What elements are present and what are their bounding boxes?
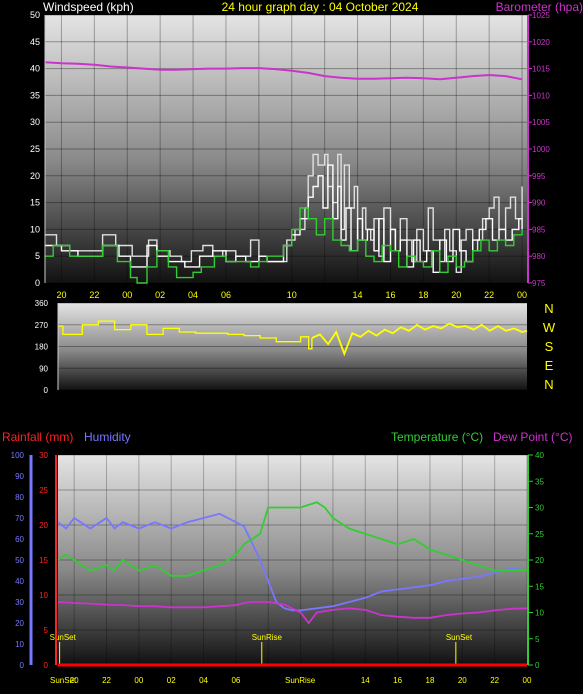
th-x-tick-label: 04 [199,676,208,685]
compass-label: N [544,377,553,392]
sun-event-label: SunRise [252,633,283,642]
wind-x-tick-label: 20 [451,290,461,300]
compass-label: W [543,320,556,335]
th-x-tick-label: 18 [426,676,435,685]
wind-x-tick-label: 00 [517,290,527,300]
wind-y-tick-label: 5 [35,251,40,261]
wind-x-tick-label: 22 [89,290,99,300]
rainfall-axis-label: Rainfall (mm) [2,430,73,444]
barometer-tick-label: 1005 [532,118,550,127]
rainfall-tick-label: 5 [44,626,49,635]
humidity-tick-label: 50 [15,556,24,565]
temperature-tick-label: 15 [535,582,544,591]
compass-label: S [545,339,554,354]
rainfall-tick-label: 30 [39,451,48,460]
temperature-tick-label: 0 [535,661,540,670]
windspeed-axis-label: Windspeed (kph) [43,0,134,14]
wind-y-tick-label: 40 [30,64,40,74]
temperature-tick-label: 40 [535,451,544,460]
th-x-tick-label: 20 [458,676,467,685]
humidity-axis-label: Humidity [84,430,131,444]
wind-x-tick-label: 04 [188,290,198,300]
barometer-tick-label: 990 [532,199,546,208]
humidity-tick-label: 10 [15,640,24,649]
temp-humidity-chart-panel: SunSet SunRise SunSet 01020304050607080901… [11,451,545,685]
rainfall-tick-label: 25 [39,486,48,495]
wind-x-tick-label: 22 [484,290,494,300]
humidity-tick-label: 100 [11,451,25,460]
compass-label: E [545,358,554,373]
th-x-tick-label: 16 [393,676,402,685]
humidity-tick-label: 30 [15,598,24,607]
wind-y-tick-label: 20 [30,171,40,181]
rainfall-tick-label: 15 [39,556,48,565]
rainfall-tick-label: 0 [44,661,49,670]
wind-x-tick-label: 10 [287,290,297,300]
th-x-tick-label: 22 [490,676,499,685]
temperature-tick-label: 35 [535,477,544,486]
rainfall-tick-label: 10 [39,591,48,600]
humidity-tick-label: 70 [15,514,24,523]
humidity-tick-label: 80 [15,493,24,502]
direction-y-tick-label: 0 [44,386,49,395]
wind-y-tick-label: 35 [30,90,40,100]
wind-y-tick-label: 50 [30,10,40,20]
x-sunrise-label: SunRise [285,676,316,685]
temperature-tick-label: 10 [535,609,544,618]
rainfall-tick-label: 20 [39,521,48,530]
wind-x-tick-label: 02 [155,290,165,300]
humidity-tick-label: 20 [15,619,24,628]
th-x-tick-label: 22 [102,676,111,685]
barometer-tick-label: 1015 [532,65,550,74]
wind-x-tick-label: 18 [418,290,428,300]
wind-chart-panel: 05101520253035404550 9759809859909951000… [30,10,550,300]
barometer-tick-label: 985 [532,225,546,234]
humidity-tick-label: 0 [20,661,25,670]
direction-y-tick-label: 360 [35,299,49,308]
sun-event-label: SunSet [446,633,473,642]
th-x-tick-label: 00 [134,676,143,685]
temperature-tick-label: 20 [535,556,544,565]
wind-x-tick-label: 06 [221,290,231,300]
direction-chart-panel: 090180270360 NWSEN [35,299,556,395]
x-sunset-label: SunSet [50,676,77,685]
wind-y-tick-label: 45 [30,37,40,47]
wind-x-tick-label: 16 [385,290,395,300]
direction-y-tick-label: 90 [39,364,48,373]
barometer-tick-label: 1020 [532,38,550,47]
chart-title: 24 hour graph day : 04 October 2024 [222,0,419,14]
barometer-tick-label: 980 [532,252,546,261]
humidity-tick-label: 60 [15,535,24,544]
sun-event-label: SunSet [50,633,77,642]
barometer-tick-label: 975 [532,279,546,288]
dewpoint-axis-label: Dew Point (°C) [493,430,572,444]
weather-graph: Windspeed (kph) 24 hour graph day : 04 O… [2,0,583,685]
temperature-tick-label: 30 [535,504,544,513]
barometer-tick-label: 995 [532,172,546,181]
humidity-tick-label: 90 [15,472,24,481]
temperature-axis-label: Temperature (°C) [391,430,483,444]
barometer-tick-label: 1010 [532,91,550,100]
temperature-tick-label: 25 [535,530,544,539]
wind-y-tick-label: 30 [30,117,40,127]
humidity-tick-label: 40 [15,577,24,586]
wind-y-tick-label: 25 [30,144,40,154]
wind-y-tick-label: 10 [30,224,40,234]
barometer-tick-label: 1000 [532,145,550,154]
wind-x-tick-label: 14 [353,290,363,300]
wind-y-tick-label: 15 [30,198,40,208]
wind-y-tick-label: 0 [35,278,40,288]
th-x-tick-label: 14 [361,676,370,685]
th-x-tick-label: 02 [167,676,176,685]
th-x-tick-label: 06 [231,676,240,685]
temperature-tick-label: 5 [535,635,540,644]
direction-y-tick-label: 180 [35,343,49,352]
compass-label: N [544,301,553,316]
wind-x-tick-label: 00 [122,290,132,300]
direction-y-tick-label: 270 [35,321,49,330]
th-x-tick-label: 00 [523,676,532,685]
wind-x-tick-label: 20 [56,290,66,300]
barometer-tick-label: 1025 [532,11,550,20]
